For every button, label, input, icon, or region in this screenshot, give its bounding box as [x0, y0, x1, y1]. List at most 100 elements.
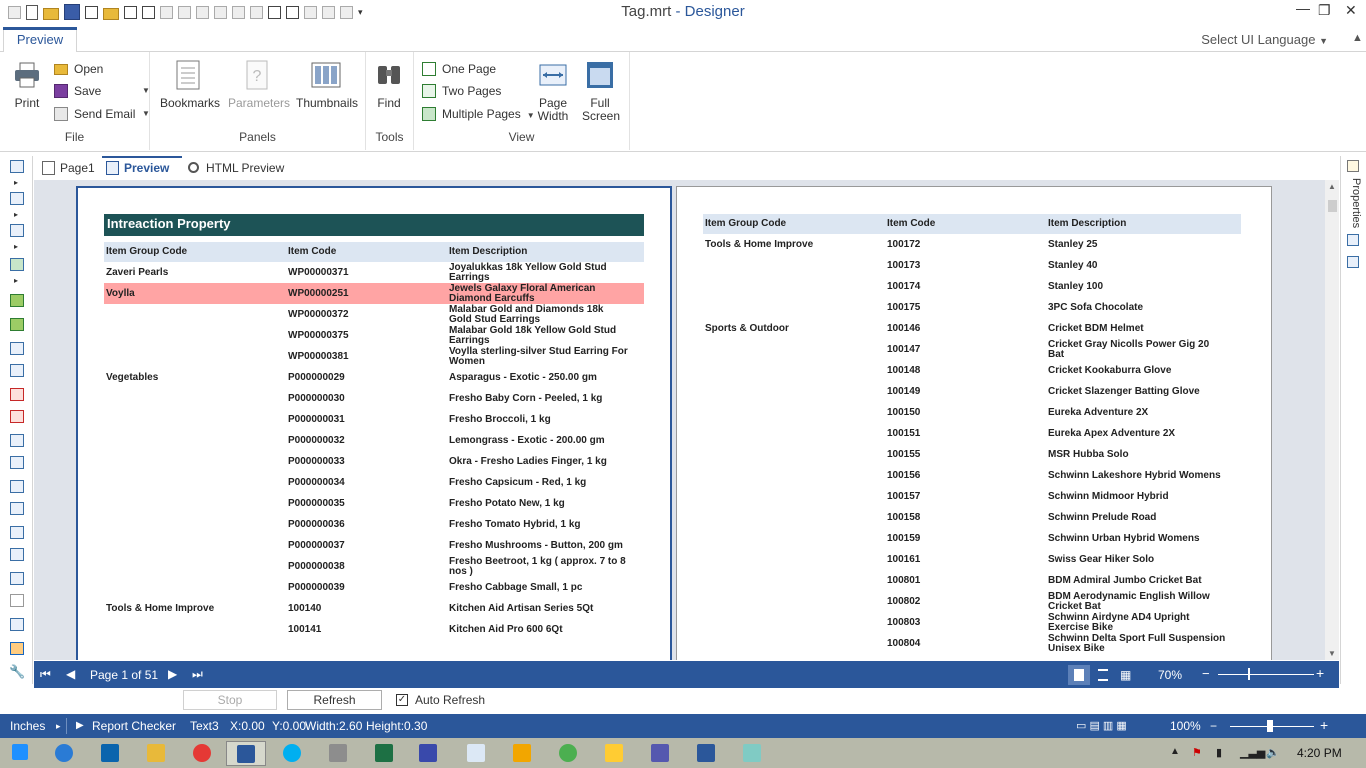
picture-icon[interactable]	[10, 572, 24, 585]
text-icon[interactable]	[10, 548, 24, 561]
tab-preview[interactable]: Preview	[3, 27, 77, 53]
select-ui-language[interactable]: Select UI Language ▼	[1201, 32, 1328, 47]
expand-arrow-icon[interactable]: ▸	[14, 210, 20, 219]
scroll-down-icon[interactable]: ▼	[1328, 649, 1336, 658]
units-label[interactable]: Inches	[10, 719, 45, 733]
report-tree-icon[interactable]	[1347, 256, 1359, 268]
restore-icon[interactable]: ❐	[1318, 2, 1331, 19]
status-zoom-in-icon[interactable]: +	[1320, 717, 1328, 733]
messaging-app-icon[interactable]	[594, 741, 634, 766]
last-page-icon[interactable]: ⏭	[192, 667, 203, 682]
properties-tab[interactable]: Properties	[1342, 178, 1362, 228]
one-page-button[interactable]: One Page	[422, 60, 496, 78]
excel-icon[interactable]	[364, 741, 404, 766]
file-explorer-icon[interactable]	[136, 741, 176, 766]
zoom-in-icon[interactable]: +	[1316, 665, 1324, 681]
status-zoom-thumb[interactable]	[1267, 720, 1273, 732]
footer-band-icon[interactable]	[10, 318, 24, 331]
chart-icon[interactable]	[10, 642, 24, 655]
tab-html-preview[interactable]: HTML Preview	[184, 156, 294, 180]
table-icon[interactable]	[10, 526, 24, 539]
group-footer-icon[interactable]	[10, 410, 24, 423]
continuous-view-icon[interactable]	[1098, 669, 1108, 681]
previous-page-icon[interactable]: ◀	[66, 667, 75, 681]
play-icon[interactable]: ▶	[76, 720, 84, 731]
barcode-icon[interactable]	[10, 618, 24, 631]
multiple-pages-dropdown-icon[interactable]: ▼	[527, 111, 535, 120]
zoom-slider[interactable]	[1218, 674, 1314, 675]
word-icon[interactable]	[686, 741, 726, 766]
network-app-icon[interactable]	[408, 741, 448, 766]
tools-icon[interactable]: 🔧	[9, 664, 25, 679]
expand-arrow-icon[interactable]: ▸	[14, 178, 20, 187]
vertical-scrollbar[interactable]: ▲ ▼	[1325, 180, 1339, 660]
child-band-icon[interactable]	[10, 480, 24, 493]
skype-icon[interactable]	[272, 741, 312, 766]
volume-icon[interactable]: 🔈	[1266, 746, 1280, 759]
tray-notification-icon[interactable]: ⚑	[1192, 746, 1202, 759]
cross-band-icon[interactable]	[10, 224, 24, 237]
chrome-icon[interactable]	[182, 741, 222, 766]
auto-refresh-checkbox[interactable]: ✓	[396, 694, 408, 706]
close-icon[interactable]: ✕	[1345, 2, 1357, 19]
tab-preview-doc[interactable]: Preview	[102, 156, 182, 180]
internet-explorer-icon[interactable]	[44, 741, 84, 766]
network-signal-icon[interactable]: ▁▃▅	[1240, 746, 1265, 759]
page-width-button[interactable]: Page Width	[536, 60, 570, 123]
scroll-up-icon[interactable]: ▲	[1328, 182, 1336, 191]
report-band-icon[interactable]	[10, 160, 24, 173]
send-email-dropdown-icon[interactable]: ▼	[142, 105, 150, 123]
paint-icon[interactable]	[732, 741, 772, 766]
header-band-icon[interactable]	[10, 294, 24, 307]
empty-band-icon[interactable]	[10, 502, 24, 515]
page-header-icon[interactable]	[10, 342, 24, 355]
status-page-icons[interactable]: ▭ ▤ ▥ ▦	[1076, 719, 1127, 732]
units-dropdown-icon[interactable]: ▸	[56, 721, 61, 732]
bookmarks-button[interactable]: Bookmarks	[160, 60, 220, 110]
column-header-icon[interactable]	[10, 434, 24, 447]
minimize-icon[interactable]: —	[1296, 0, 1310, 16]
tab-page1[interactable]: Page1	[38, 156, 100, 180]
open-button[interactable]: Open	[54, 60, 103, 78]
full-screen-button[interactable]: Full Screen	[582, 60, 620, 123]
notepad-icon[interactable]	[456, 741, 496, 766]
two-pages-button[interactable]: Two Pages	[422, 82, 501, 100]
zoom-out-icon[interactable]: −	[1202, 666, 1210, 681]
designer-taskbar-icon[interactable]	[226, 741, 266, 766]
media-app-icon[interactable]	[548, 741, 588, 766]
report-checker[interactable]: Report Checker	[92, 719, 176, 733]
save-button[interactable]: Save ▼	[54, 82, 150, 100]
save-dropdown-icon[interactable]: ▼	[142, 82, 150, 100]
refresh-button[interactable]: Refresh	[287, 690, 382, 710]
column-footer-icon[interactable]	[10, 456, 24, 469]
print-button[interactable]: Print	[10, 60, 44, 110]
collapse-ribbon-icon[interactable]: ▲	[1352, 32, 1363, 44]
zoom-slider-thumb[interactable]	[1248, 668, 1250, 680]
tray-up-arrow-icon[interactable]: ▲	[1170, 746, 1180, 757]
one-page-view-icon[interactable]	[1068, 665, 1090, 685]
multiple-pages-button[interactable]: Multiple Pages ▼	[422, 105, 535, 123]
tray-device-icon[interactable]: ▮	[1216, 746, 1222, 759]
status-zoom-out-icon[interactable]: −	[1210, 719, 1217, 733]
panel-icon[interactable]	[10, 594, 24, 607]
slides-app-icon[interactable]	[502, 741, 542, 766]
properties-icon[interactable]	[1347, 160, 1359, 172]
data-band-icon[interactable]	[10, 192, 24, 205]
dictionary-icon[interactable]	[1347, 234, 1359, 246]
parameters-button[interactable]: ? Parameters	[228, 60, 290, 110]
start-button-icon[interactable]	[0, 741, 40, 766]
expand-arrow-icon[interactable]: ▸	[14, 276, 20, 285]
stop-button[interactable]: Stop	[183, 690, 277, 710]
thumbnails-button[interactable]: Thumbnails	[296, 60, 358, 110]
outlook-icon[interactable]	[90, 741, 130, 766]
expand-arrow-icon[interactable]: ▸	[14, 242, 20, 251]
image-icon[interactable]	[10, 258, 24, 271]
group-header-icon[interactable]	[10, 388, 24, 401]
taskbar-clock[interactable]: 4:20 PM	[1297, 746, 1342, 760]
multi-page-view-icon[interactable]: ▦	[1120, 668, 1131, 682]
send-email-button[interactable]: Send Email ▼	[54, 105, 150, 123]
page-footer-icon[interactable]	[10, 364, 24, 377]
teams-icon[interactable]	[640, 741, 680, 766]
scrollbar-thumb[interactable]	[1328, 200, 1337, 212]
find-button[interactable]: Find	[372, 60, 406, 110]
